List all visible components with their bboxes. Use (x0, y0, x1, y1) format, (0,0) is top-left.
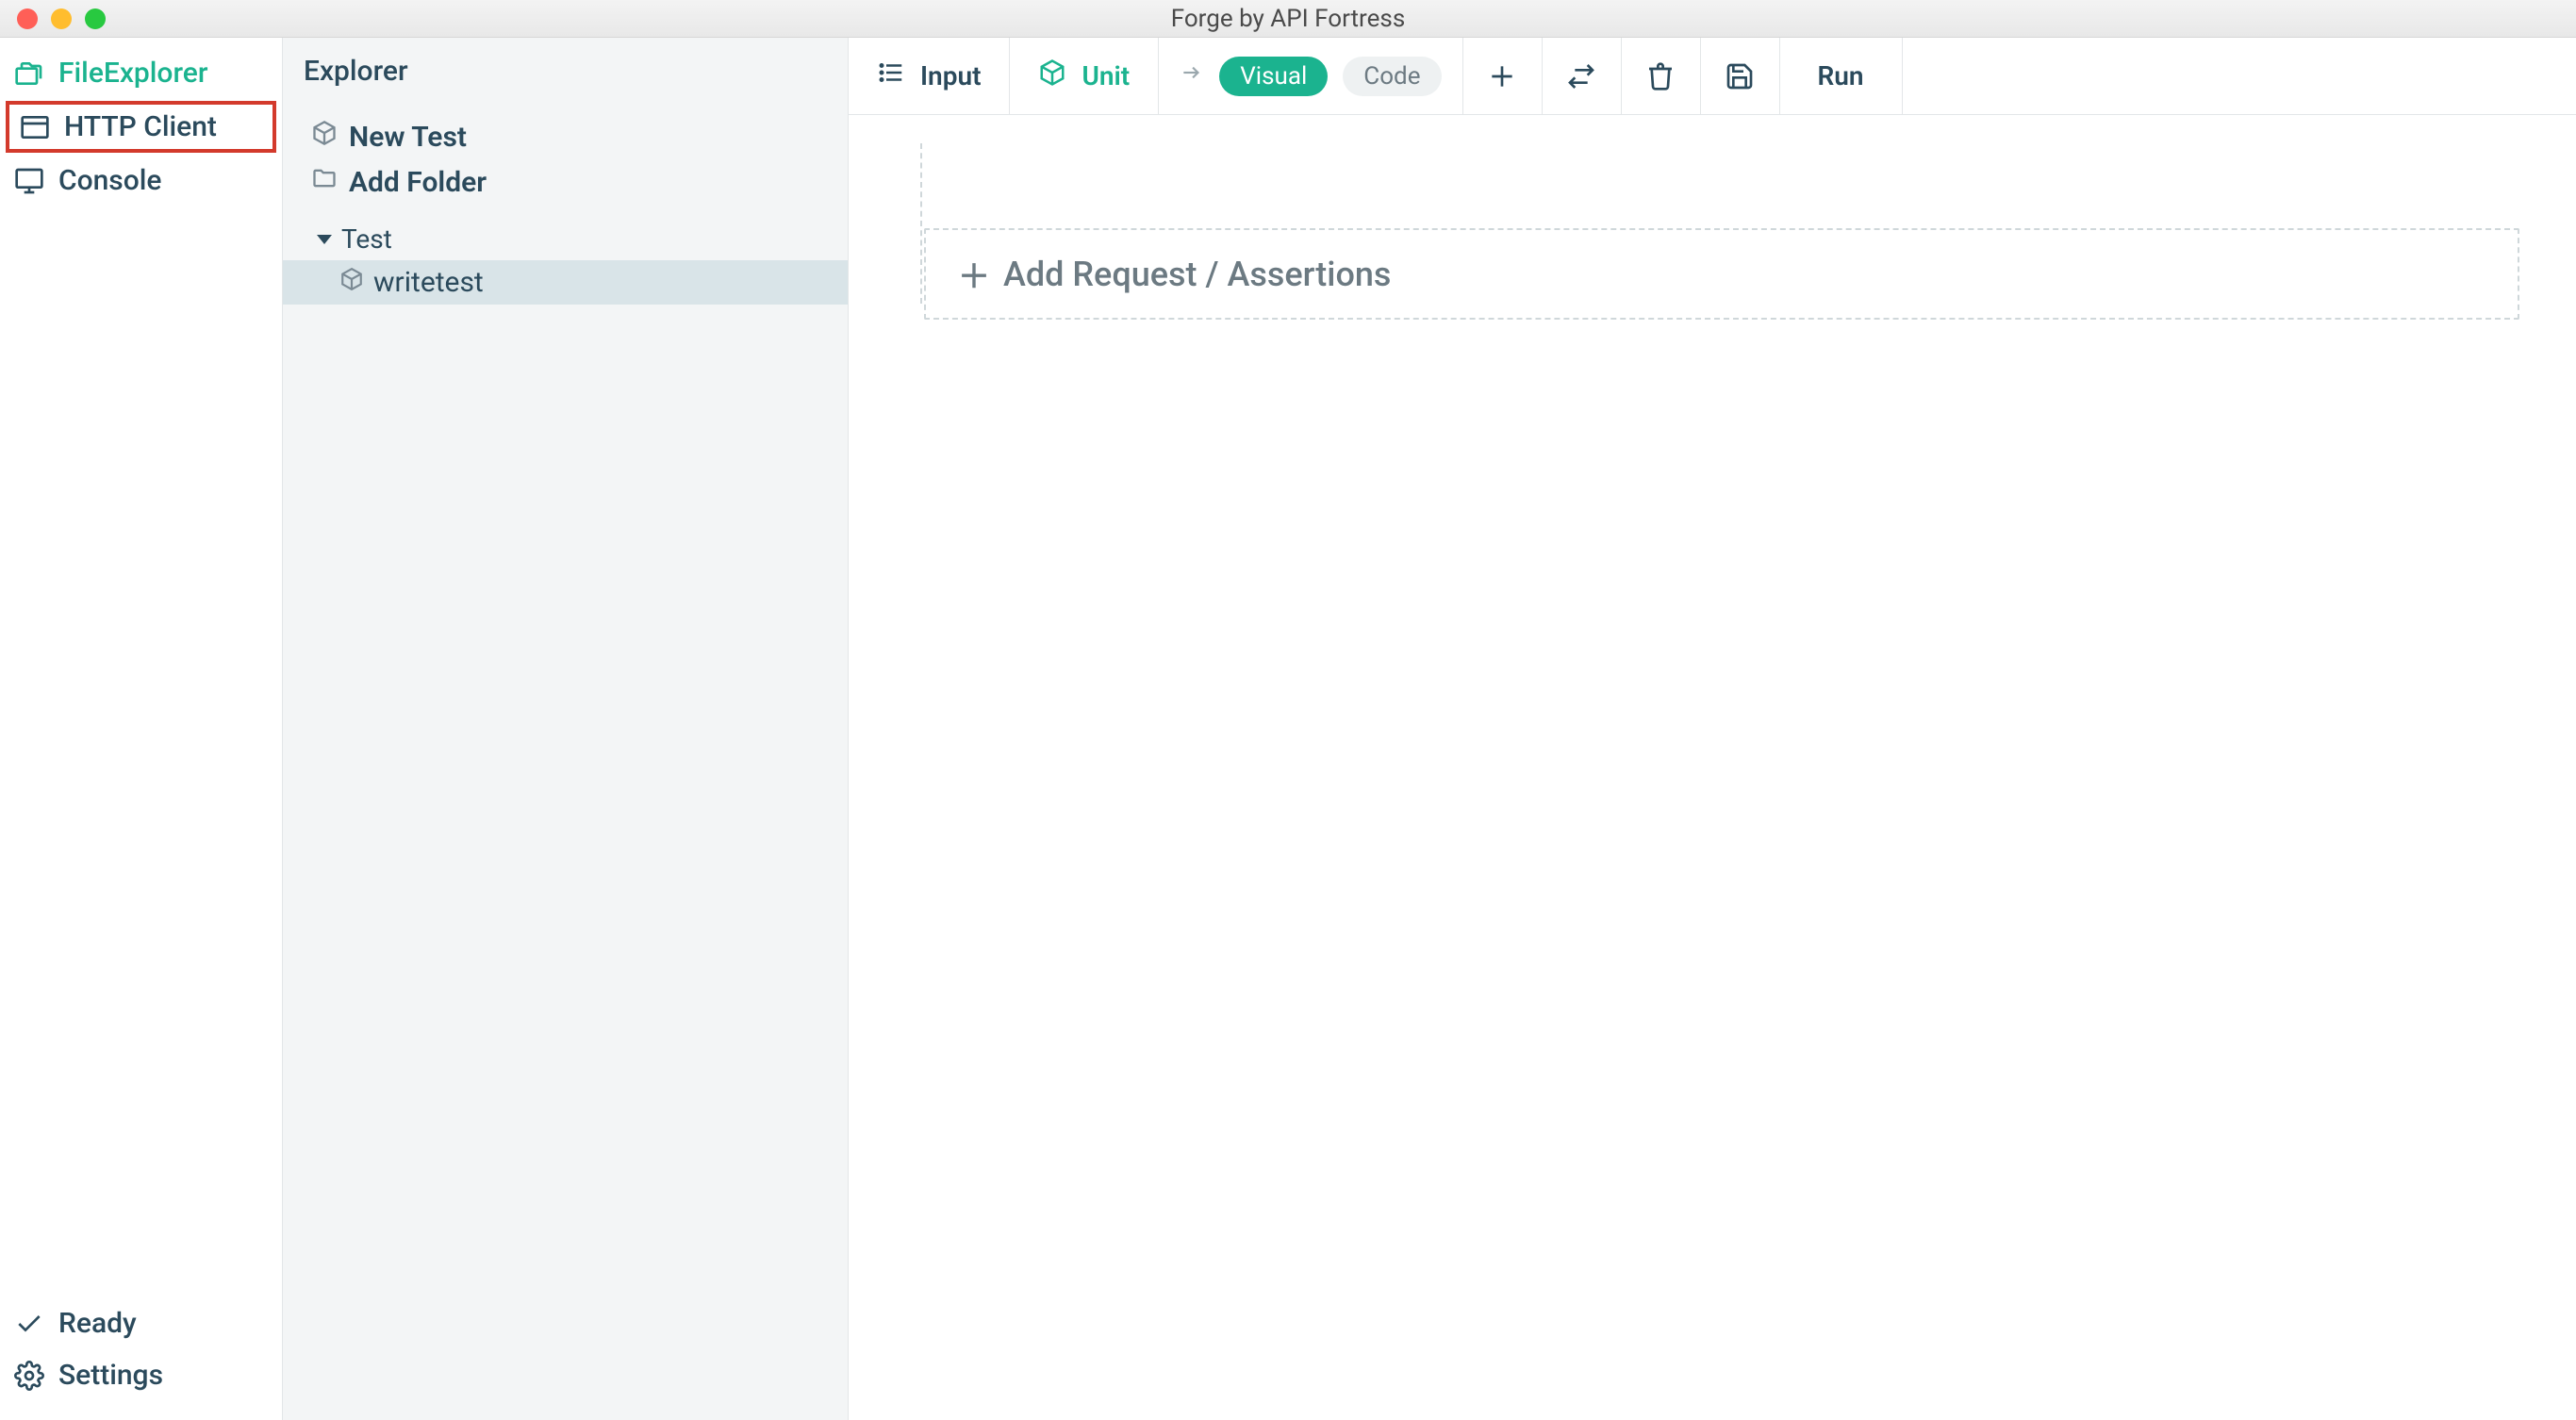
add-request-label: Add Request / Assertions (1003, 255, 1391, 294)
tab-label: Unit (1082, 60, 1130, 91)
check-icon (13, 1308, 45, 1340)
window-icon (19, 111, 51, 143)
run-button[interactable]: Run (1780, 38, 1903, 114)
rail-item-label: Settings (58, 1359, 163, 1392)
status-ready: Ready (0, 1297, 282, 1349)
caret-down-icon (317, 235, 332, 244)
explorer-tree: Test writetest (283, 205, 848, 305)
save-button[interactable] (1701, 38, 1780, 114)
cube-icon (339, 266, 364, 299)
window-minimize-button[interactable] (51, 8, 72, 29)
window-zoom-button[interactable] (85, 8, 106, 29)
view-visual-pill[interactable]: Visual (1219, 57, 1328, 96)
tree-item-label: writetest (373, 266, 484, 299)
guide-line (920, 143, 922, 304)
rail-item-settings[interactable]: Settings (0, 1349, 282, 1401)
run-label: Run (1818, 60, 1864, 91)
explorer-panel: Explorer New Test Add Folder Test write (283, 38, 849, 1420)
delete-button[interactable] (1622, 38, 1701, 114)
exp-action-label: Add Folder (349, 166, 487, 199)
cube-icon (311, 120, 338, 154)
new-test-button[interactable]: New Test (283, 114, 848, 159)
traffic-lights (0, 8, 106, 29)
list-icon (877, 58, 905, 93)
window-title-bar: Forge by API Fortress (0, 0, 2576, 38)
tree-folder-label: Test (341, 223, 392, 255)
rail-item-file-explorer[interactable]: FileExplorer (0, 47, 282, 99)
tree-folder-test[interactable]: Test (283, 218, 848, 260)
exp-action-label: New Test (349, 121, 467, 154)
add-folder-button[interactable]: Add Folder (283, 159, 848, 205)
rail-item-label: Console (58, 164, 161, 197)
rail-item-console[interactable]: Console (0, 155, 282, 206)
tab-unit[interactable]: Unit (1010, 38, 1159, 114)
arrow-right-icon (1180, 60, 1204, 91)
editor-canvas: ＋ Add Request / Assertions (849, 115, 2576, 1420)
tree-item-writetest[interactable]: writetest (283, 260, 848, 305)
main-area: Input Unit Visual Code (849, 38, 2576, 1420)
explorer-title: Explorer (283, 38, 848, 114)
window-close-button[interactable] (17, 8, 38, 29)
rail-item-label: FileExplorer (58, 57, 207, 90)
tab-input[interactable]: Input (849, 38, 1010, 114)
view-code-pill[interactable]: Code (1343, 57, 1441, 96)
folders-icon (13, 58, 45, 90)
plus-icon: ＋ (958, 251, 990, 297)
add-request-button[interactable]: ＋ Add Request / Assertions (924, 228, 2519, 320)
add-button[interactable] (1463, 38, 1543, 114)
view-mode-switch: Visual Code (1159, 38, 1462, 114)
gear-icon (13, 1360, 45, 1392)
rail-item-label: HTTP Client (64, 110, 217, 143)
folder-icon (311, 165, 338, 199)
window-title: Forge by API Fortress (1171, 5, 1406, 33)
top-toolbar: Input Unit Visual Code (849, 38, 2576, 115)
cube-icon (1038, 58, 1066, 93)
status-label: Ready (58, 1307, 137, 1340)
rail-item-http-client[interactable]: HTTP Client (6, 101, 276, 153)
tab-label: Input (920, 60, 981, 91)
swap-button[interactable] (1543, 38, 1622, 114)
left-rail: FileExplorer HTTP Client Console Ready (0, 38, 283, 1420)
monitor-icon (13, 165, 45, 197)
